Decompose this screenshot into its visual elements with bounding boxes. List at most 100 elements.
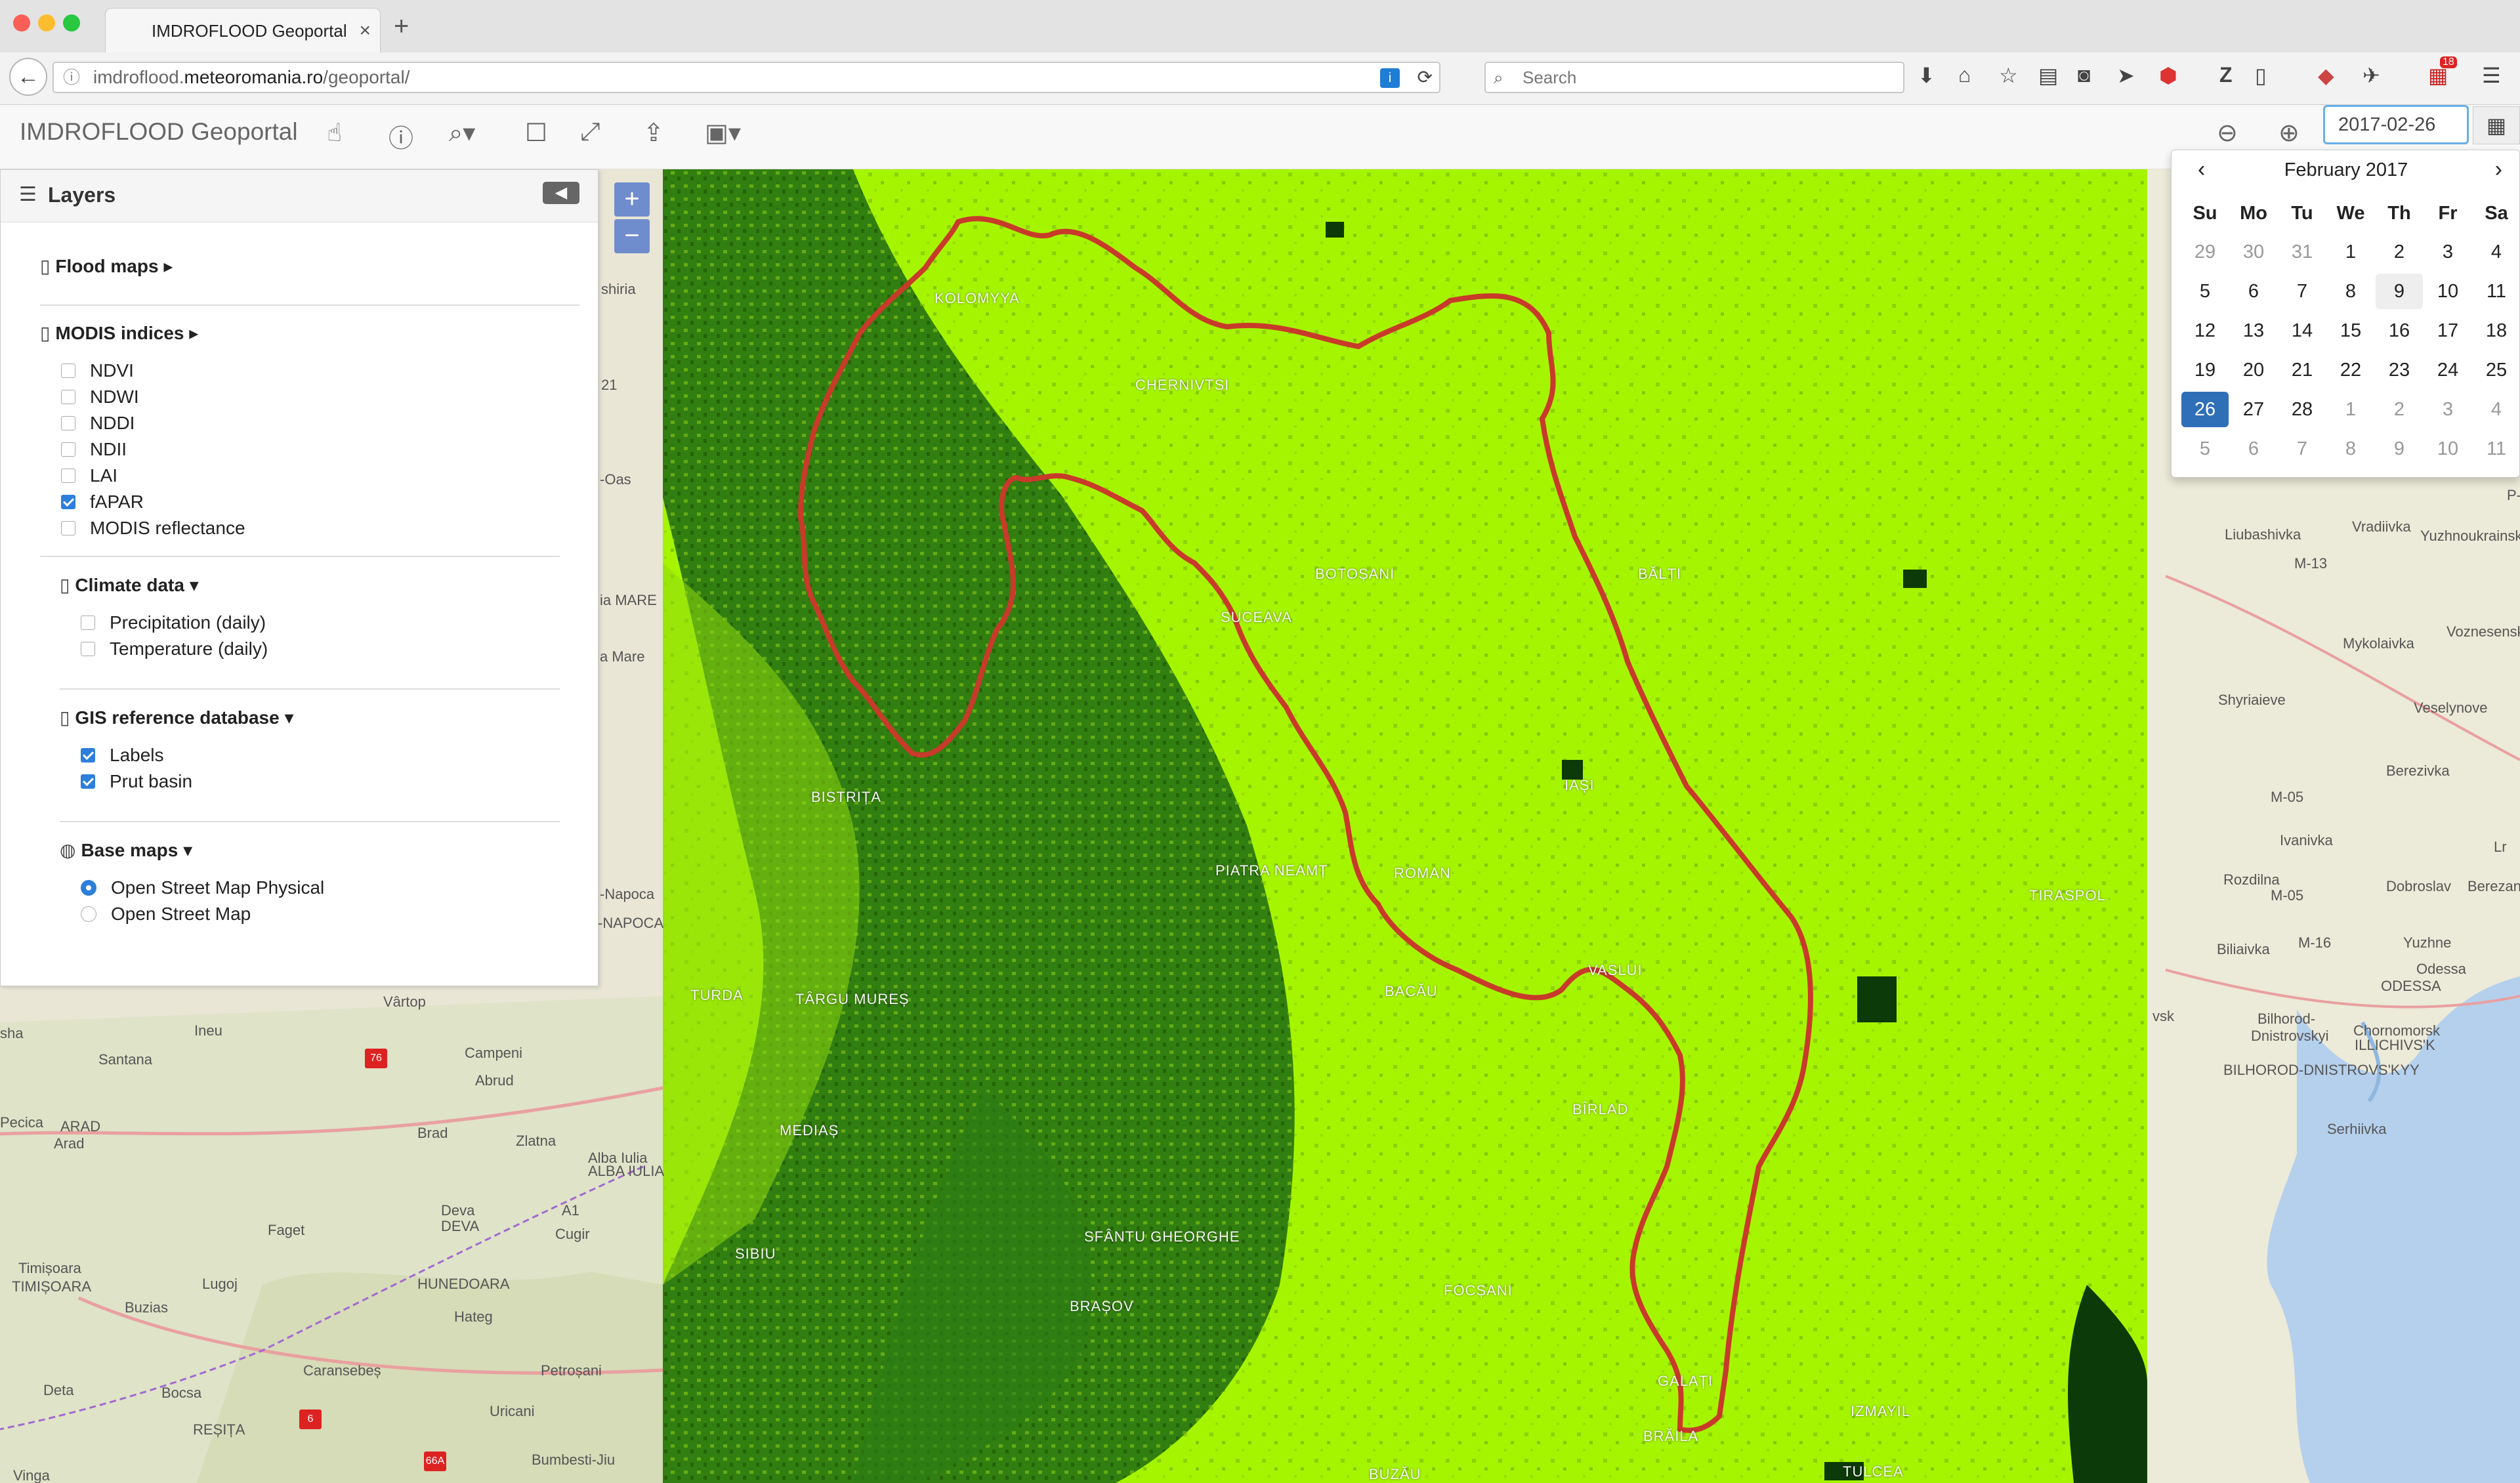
calendar-day[interactable]: 6 [2230,274,2277,309]
basemap-option[interactable]: Open Street Map Physical [81,877,324,898]
calendar-day[interactable]: 17 [2424,313,2471,348]
calendar-day[interactable]: 15 [2327,313,2374,348]
layer-option[interactable]: fAPAR [61,491,144,512]
browser-tab[interactable]: IMDROFLOOD Geoportal × [105,8,381,52]
calendar-day[interactable]: 10 [2424,274,2471,309]
calendar-day[interactable]: 1 [2327,234,2374,270]
calendar-day[interactable]: 12 [2181,313,2229,348]
calendar-day[interactable]: 24 [2424,352,2471,388]
calendar-day[interactable]: 5 [2181,274,2229,309]
checkbox[interactable] [61,415,75,430]
menu-icon[interactable]: ☰ [2482,63,2501,88]
app-brand[interactable]: IMDROFLOOD Geoportal [20,118,298,146]
calendar-day[interactable]: 4 [2473,234,2520,270]
calendar-day[interactable]: 2 [2376,392,2423,427]
calendar-day[interactable]: 27 [2230,392,2277,427]
checkbox[interactable] [61,494,75,509]
layer-option[interactable]: MODIS reflectance [61,518,245,539]
checkbox[interactable] [61,389,75,404]
new-tab-button[interactable]: + [394,12,409,41]
calendar-day[interactable]: 31 [2278,234,2326,270]
calendar-day[interactable]: 25 [2473,352,2520,388]
calendar-day[interactable]: 9 [2376,274,2423,309]
home-icon[interactable]: ⌂ [1958,63,1971,87]
calendar-month-title[interactable]: February 2017 [2172,159,2520,181]
layer-option[interactable]: Prut basin [81,771,192,792]
calendar-day[interactable]: 11 [2473,274,2520,309]
climate-group[interactable]: ▯ Climate data ▾ [60,574,199,596]
calendar-day[interactable]: 8 [2327,431,2374,467]
checkbox[interactable] [61,520,75,535]
adblock-icon[interactable]: ⬢ [2159,63,2177,88]
next-date-icon[interactable]: ⊕ [2278,118,2300,148]
reading-list-icon[interactable]: ▤ [2038,63,2058,88]
calendar-day[interactable]: 8 [2327,274,2374,309]
send-icon[interactable]: ➤ [2117,63,2135,88]
calendar-icon[interactable]: ▦ [2473,106,2520,144]
calendar-day[interactable]: 9 [2376,431,2423,467]
chevron-right-icon[interactable]: › [2495,157,2502,182]
layer-option[interactable]: NDWI [61,386,139,407]
bookmark-star-icon[interactable]: ☆ [1999,63,2018,88]
collapse-panel-button[interactable]: ◀ [543,182,579,204]
checkbox[interactable] [61,363,75,378]
calendar-day[interactable]: 21 [2278,352,2326,388]
zoom-in-button[interactable]: + [614,182,650,217]
calendar-day[interactable]: 29 [2181,234,2229,270]
maximize-window-button[interactable] [63,14,80,31]
select-box-icon[interactable]: ☐ [525,118,547,148]
zotero-icon[interactable]: Z [2219,63,2233,87]
layer-option[interactable]: Temperature (daily) [81,638,268,659]
radio[interactable] [81,879,96,896]
date-input[interactable]: 2017-02-26 [2323,105,2469,144]
calendar-day[interactable]: 26 [2181,392,2229,427]
basemaps-group[interactable]: ◍ Base maps ▾ [60,839,192,861]
gis-group[interactable]: ▯ GIS reference database ▾ [60,707,294,728]
close-window-button[interactable] [13,14,30,31]
back-button[interactable]: ← [9,58,47,96]
layer-option[interactable]: LAI [61,465,117,486]
checkbox[interactable] [81,774,95,789]
layer-option[interactable]: NDVI [61,360,134,381]
basemap-option[interactable]: Open Street Map [81,904,251,925]
calendar-day[interactable]: 2 [2376,234,2423,270]
close-tab-icon[interactable]: × [359,9,371,53]
calendar-day[interactable]: 20 [2230,352,2277,388]
calendar-day[interactable]: 3 [2424,234,2471,270]
url-bar[interactable]: ⓘ imdroflood.meteoromania.ro/geoportal/ … [52,62,1440,93]
page-action-icon[interactable]: i [1380,68,1400,88]
calendar-day[interactable]: 16 [2376,313,2423,348]
layer-option[interactable]: Precipitation (daily) [81,612,266,633]
checkbox[interactable] [61,468,75,483]
checkbox[interactable] [81,747,95,762]
calendar-day[interactable]: 18 [2473,313,2520,348]
calendar-day[interactable]: 1 [2327,392,2374,427]
layer-option[interactable]: NDDI [61,413,135,434]
download-icon[interactable]: ⬇ [1918,63,1935,88]
calendar-day[interactable]: 19 [2181,352,2229,388]
extension-icon[interactable]: ◆ [2318,63,2334,88]
radio[interactable] [81,906,96,922]
layer-option[interactable]: NDII [61,439,127,460]
calendar-day[interactable]: 7 [2278,431,2326,467]
checkbox[interactable] [61,442,75,457]
calendar-day[interactable]: 3 [2424,392,2471,427]
calendar-day[interactable]: 10 [2424,431,2471,467]
calendar-day[interactable]: 14 [2278,313,2326,348]
modis-group[interactable]: ▯ MODIS indices ▸ [40,322,198,344]
flood-maps-group[interactable]: ▯ Flood maps ▸ [40,255,173,277]
calendar-day[interactable]: 30 [2230,234,2277,270]
checkbox[interactable] [81,641,95,656]
extension-bird-icon[interactable]: ✈ [2362,63,2380,88]
calendar-day[interactable]: 11 [2473,431,2520,467]
calendar-day[interactable]: 7 [2278,274,2326,309]
reload-icon[interactable]: ⟳ [1418,63,1433,92]
upload-icon[interactable]: ⇪ [643,118,664,148]
zoom-search-icon[interactable]: ⌕▾ [449,118,475,148]
fullscreen-icon[interactable]: ⤢ [580,118,600,146]
page-icon[interactable]: ▯ [2255,63,2267,88]
calendar-day[interactable]: 22 [2327,352,2374,388]
calendar-day[interactable]: 4 [2473,392,2520,427]
calendar-day[interactable]: 28 [2278,392,2326,427]
layer-option[interactable]: Labels [81,745,164,766]
